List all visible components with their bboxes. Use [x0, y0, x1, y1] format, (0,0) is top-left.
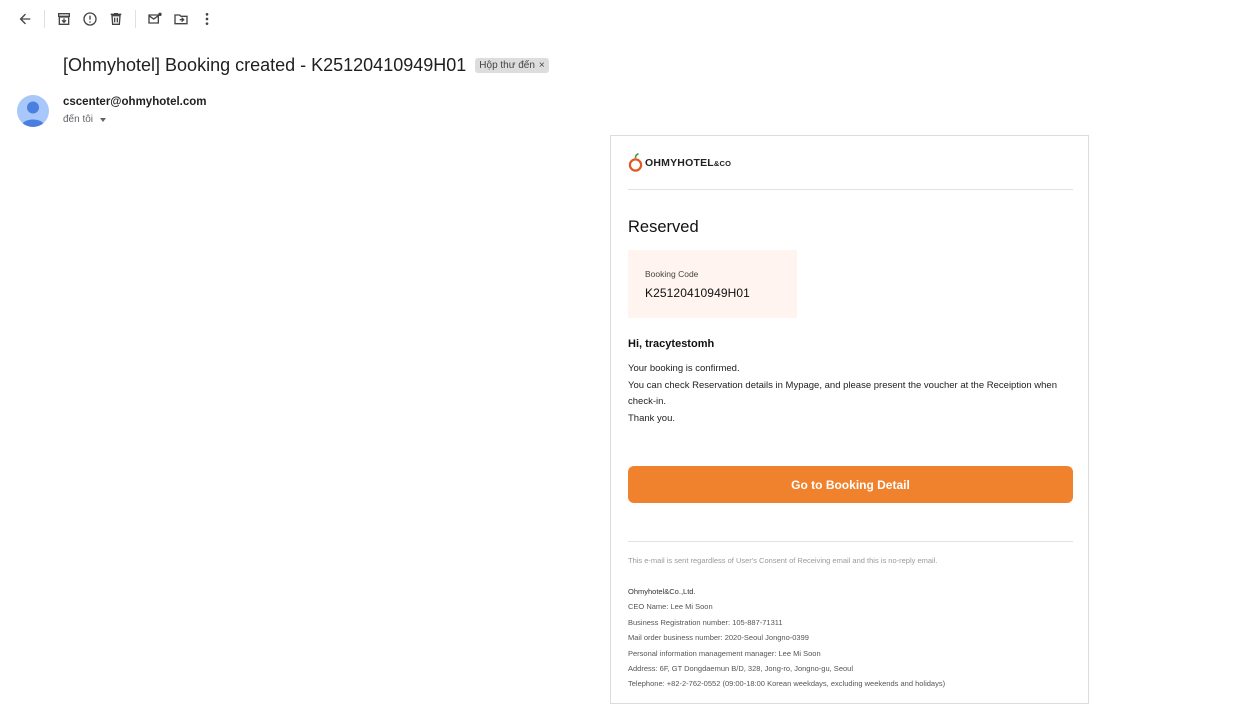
delete-icon[interactable]: [103, 6, 129, 32]
message-toolbar: [12, 6, 220, 32]
footer-divider: [628, 541, 1073, 542]
recipient-label: đến tôi: [63, 114, 94, 125]
email-body-card: OHMYHOTEL&CO Reserved Booking Code K2512…: [610, 135, 1089, 704]
footer-line: Business Registration number: 105-887-71…: [628, 617, 783, 627]
toolbar-divider: [44, 10, 45, 28]
footer-line: Address: 6F, GT Dongdaemun B/D, 328, Jon…: [628, 664, 853, 674]
inbox-label-chip[interactable]: Hộp thư đến ×: [475, 58, 549, 73]
more-vert-icon[interactable]: [194, 6, 220, 32]
recipient-details-toggle[interactable]: đến tôi: [63, 114, 107, 125]
remove-label-icon[interactable]: ×: [539, 60, 545, 71]
reservation-status: Reserved: [628, 218, 699, 236]
footer-line: Mail order business number: 2020-Seoul J…: [628, 633, 809, 643]
sender-email[interactable]: cscenter@ohmyhotel.com: [63, 96, 207, 108]
no-reply-disclaimer: This e-mail is sent regardless of User's…: [628, 556, 938, 565]
footer-line: CEO Name: Lee Mi Soon: [628, 602, 713, 612]
archive-icon[interactable]: [51, 6, 77, 32]
message-body: Your booking is confirmed. You can check…: [628, 361, 1074, 427]
booking-code-box: Booking Code K25120410949H01: [628, 250, 797, 318]
company-name: Ohmyhotel&Co.,Ltd.: [628, 587, 696, 596]
body-line: Your booking is confirmed.: [628, 363, 740, 374]
body-line: Thank you.: [628, 412, 675, 424]
booking-detail-button[interactable]: Go to Booking Detail: [628, 466, 1073, 503]
subject-row: [Ohmyhotel] Booking created - K251204109…: [63, 55, 549, 76]
mark-unread-icon[interactable]: [142, 6, 168, 32]
orange-fruit-icon: [628, 153, 643, 172]
inbox-label: Hộp thư đến: [479, 60, 535, 71]
company-footer: Ohmyhotel&Co.,Ltd. CEO Name: Lee Mi Soon…: [628, 584, 945, 692]
greeting: Hi, tracytestomh: [628, 338, 715, 350]
report-spam-icon[interactable]: [77, 6, 103, 32]
booking-code-value: K25120410949H01: [645, 286, 750, 300]
chevron-down-icon: [100, 118, 107, 122]
body-line: You can check Reservation details in Myp…: [628, 379, 1058, 408]
header-divider: [628, 189, 1073, 190]
toolbar-divider: [135, 10, 136, 28]
logo-text: OHMYHOTEL&CO: [645, 156, 732, 169]
email-subject: [Ohmyhotel] Booking created - K251204109…: [63, 55, 467, 75]
sender-avatar-icon[interactable]: [17, 95, 49, 127]
back-arrow-icon[interactable]: [12, 6, 38, 32]
ohmyhotel-logo: OHMYHOTEL&CO: [628, 153, 731, 172]
footer-line: Telephone: +82-2-762-0552 (09:00-18:00 K…: [628, 679, 946, 689]
footer-line: Personal information management manager:…: [628, 648, 821, 658]
move-to-icon[interactable]: [168, 6, 194, 32]
booking-code-label: Booking Code: [645, 269, 699, 279]
